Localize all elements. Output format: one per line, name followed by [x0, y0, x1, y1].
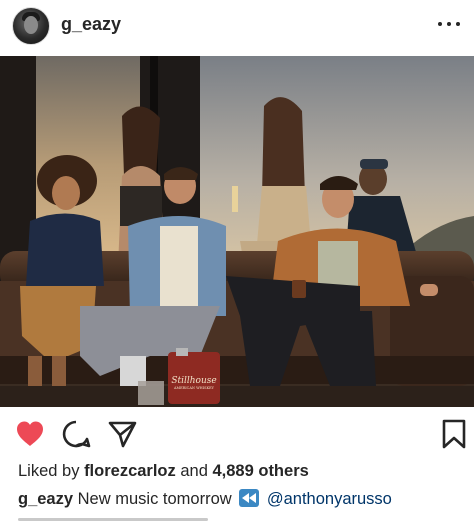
- more-dot: [456, 22, 460, 26]
- more-options-icon[interactable]: [438, 16, 460, 32]
- liked-by-user[interactable]: florezcarloz: [84, 462, 176, 480]
- post-actions: [0, 410, 474, 456]
- likes-summary: Liked by florezcarloz and 4,889 others: [18, 462, 309, 481]
- post-header: g_eazy: [0, 0, 474, 54]
- comment-icon[interactable]: [60, 418, 92, 450]
- rewind-emoji-icon: [239, 489, 260, 507]
- caption-username[interactable]: g_eazy: [18, 490, 73, 508]
- bookmark-icon[interactable]: [440, 418, 472, 450]
- likes-joiner: and: [180, 462, 208, 480]
- post-image[interactable]: Stillhouse AMERICAN WHISKEY: [0, 56, 474, 407]
- caption-text: New music tomorrow: [77, 490, 232, 508]
- heart-icon[interactable]: [14, 418, 46, 450]
- truncated-next-line: [18, 514, 208, 521]
- flask-label: Stillhouse AMERICAN WHISKEY: [168, 376, 220, 391]
- post-caption: g_eazy New music tomorrow @anthonyarusso: [18, 489, 392, 509]
- likes-others-count[interactable]: 4,889 others: [212, 462, 308, 480]
- likes-prefix: Liked by: [18, 462, 80, 480]
- party-photo: [0, 56, 474, 407]
- profile-avatar[interactable]: [12, 7, 50, 45]
- flask-brand: Stillhouse: [171, 376, 217, 386]
- flask-sub: AMERICAN WHISKEY: [174, 386, 214, 390]
- post-author-username[interactable]: g_eazy: [61, 14, 121, 35]
- send-icon[interactable]: [106, 418, 138, 450]
- avatar-face: [24, 16, 38, 34]
- more-dot: [447, 22, 451, 26]
- caption-mention[interactable]: @anthonyarusso: [267, 490, 392, 508]
- more-dot: [438, 22, 442, 26]
